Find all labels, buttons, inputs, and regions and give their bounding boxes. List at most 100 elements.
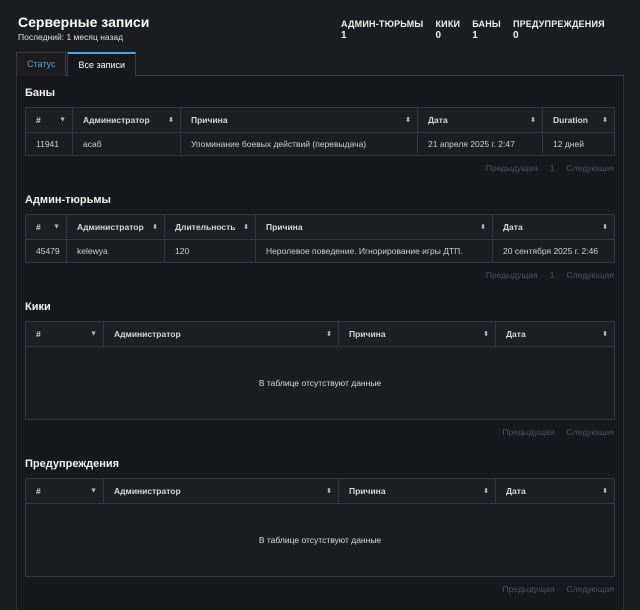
sort-icon: ⬍ bbox=[243, 224, 249, 231]
stat-value: 1 bbox=[472, 30, 478, 41]
page-number[interactable]: 1 bbox=[550, 270, 555, 280]
column-header-duration[interactable]: Duration ⬍ bbox=[542, 107, 615, 133]
column-header-date[interactable]: Дата ⬍ bbox=[417, 107, 543, 133]
stat-label: ПРЕДУПРЕЖДЕНИЯ bbox=[512, 19, 605, 29]
next-page-button[interactable]: Следующая bbox=[566, 427, 614, 437]
column-label: Причина bbox=[266, 222, 303, 232]
stat-label: АДМИН-ТЮРЬМЫ bbox=[341, 19, 424, 29]
column-header-id[interactable]: # ▼ bbox=[25, 214, 67, 240]
stat-label: КИКИ bbox=[435, 19, 461, 29]
stat-warnings: ПРЕДУПРЕЖДЕНИЯ 0 bbox=[513, 19, 605, 41]
cell-reason: Неролевое поведение. Игнорирование игры … bbox=[255, 239, 493, 263]
column-label: Администратор bbox=[114, 329, 181, 339]
table-row: В таблице отсутствуют данные bbox=[25, 346, 615, 420]
sort-icon: ⬍ bbox=[530, 117, 536, 124]
stat-kicks: КИКИ 0 bbox=[435, 19, 460, 41]
stat-value: 0 bbox=[435, 30, 442, 41]
prev-page-button[interactable]: Предыдущая bbox=[502, 584, 554, 594]
column-header-length[interactable]: Длительность ⬍ bbox=[164, 214, 256, 240]
column-label: # bbox=[36, 329, 41, 339]
column-header-admin[interactable]: Администратор ⬍ bbox=[72, 107, 181, 133]
page-number[interactable]: 1 bbox=[550, 163, 555, 173]
sort-icon: ⬍ bbox=[483, 331, 489, 338]
section-title: Предупреждения bbox=[25, 458, 120, 470]
pagination: Предыдущая 1 Следующая bbox=[25, 270, 614, 280]
column-header-reason[interactable]: Причина ⬍ bbox=[255, 214, 493, 240]
sort-icon: ⬍ bbox=[602, 117, 608, 124]
column-header-id[interactable]: # ▼ bbox=[25, 478, 104, 504]
column-label: Duration bbox=[553, 115, 588, 125]
pagination: Предыдущая 1 Следующая bbox=[25, 163, 614, 173]
column-header-date[interactable]: Дата ⬍ bbox=[492, 214, 615, 240]
cell-date: 21 апреля 2025 г. 2:47 bbox=[417, 132, 543, 156]
prev-page-button[interactable]: Предыдущая bbox=[486, 270, 538, 280]
stat-jails: АДМИН-ТЮРЬМЫ 1 bbox=[341, 19, 423, 41]
column-header-reason[interactable]: Причина ⬍ bbox=[338, 321, 496, 347]
column-label: Причина bbox=[349, 329, 386, 339]
bans-section: Баны # ▼ Администратор ⬍ Причина ⬍ Дата ⬍ Du… bbox=[25, 87, 615, 173]
empty-table-message: В таблице отсутствуют данные bbox=[25, 503, 615, 577]
sort-desc-icon: ▼ bbox=[53, 223, 60, 231]
sort-icon: ⬍ bbox=[168, 117, 174, 124]
column-header-date[interactable]: Дата ⬍ bbox=[495, 321, 615, 347]
page-title: Серверные записи bbox=[18, 14, 150, 30]
column-label: Дата bbox=[503, 222, 523, 232]
column-header-admin[interactable]: Администратор ⬍ bbox=[66, 214, 165, 240]
jails-section: Админ-тюрьмы # ▼ Администратор ⬍ Длительно… bbox=[25, 194, 615, 280]
prev-page-button[interactable]: Предыдущая bbox=[486, 163, 538, 173]
stat-label: БАНЫ bbox=[472, 19, 501, 29]
tab-all-records[interactable]: Все записи bbox=[67, 52, 137, 76]
section-title: Баны bbox=[25, 87, 56, 99]
cell-duration: 12 дней bbox=[542, 132, 615, 156]
pagination: Предыдущая Следующая bbox=[25, 427, 614, 437]
sort-icon: ⬍ bbox=[326, 488, 332, 495]
next-page-button[interactable]: Следующая bbox=[566, 270, 614, 280]
column-header-admin[interactable]: Администратор ⬍ bbox=[103, 478, 339, 504]
section-title: Админ-тюрьмы bbox=[25, 194, 111, 206]
tab-bar: Статус Все записи bbox=[16, 52, 137, 76]
cell-id: 11941 bbox=[25, 132, 73, 156]
stat-value: 0 bbox=[512, 30, 519, 41]
tab-status[interactable]: Статус bbox=[16, 52, 67, 76]
kicks-table: # ▼ Администратор ⬍ Причина ⬍ Дата ⬍ В табли… bbox=[25, 321, 615, 420]
column-label: # bbox=[36, 115, 41, 125]
sort-icon: ⬍ bbox=[152, 224, 158, 231]
empty-table-message: В таблице отсутствуют данные bbox=[25, 346, 615, 420]
column-header-admin[interactable]: Администратор ⬍ bbox=[103, 321, 339, 347]
sort-icon: ⬍ bbox=[483, 488, 489, 495]
cell-id: 45479 bbox=[25, 239, 67, 263]
column-label: Длительность bbox=[175, 222, 236, 232]
sort-icon: ⬍ bbox=[405, 117, 411, 124]
warnings-table: # ▼ Администратор ⬍ Причина ⬍ Дата ⬍ В табли… bbox=[25, 478, 615, 577]
sort-icon: ⬍ bbox=[326, 331, 332, 338]
column-label: Причина bbox=[349, 486, 386, 496]
column-header-id[interactable]: # ▼ bbox=[25, 321, 104, 347]
page-header: Серверные записи Последний: 1 месяц наза… bbox=[18, 14, 149, 42]
table-row: 45479 kelewya 120 Неролевое поведение. И… bbox=[25, 239, 615, 263]
column-label: Администратор bbox=[77, 222, 144, 232]
column-header-date[interactable]: Дата ⬍ bbox=[495, 478, 615, 504]
column-label: Дата bbox=[506, 486, 526, 496]
column-header-id[interactable]: # ▼ bbox=[25, 107, 73, 133]
column-header-reason[interactable]: Причина ⬍ bbox=[180, 107, 418, 133]
stat-value: 1 bbox=[341, 30, 347, 41]
jails-table: # ▼ Администратор ⬍ Длительность ⬍ Причина ⬍… bbox=[25, 214, 615, 263]
next-page-button[interactable]: Следующая bbox=[566, 584, 614, 594]
sort-desc-icon: ▼ bbox=[90, 330, 97, 338]
last-update-text: Последний: 1 месяц назад bbox=[18, 32, 124, 42]
column-header-reason[interactable]: Причина ⬍ bbox=[338, 478, 496, 504]
warnings-section: Предупреждения # ▼ Администратор ⬍ Причина… bbox=[25, 458, 615, 594]
column-label: Дата bbox=[506, 329, 526, 339]
stat-bans: БАНЫ 1 bbox=[472, 19, 501, 41]
column-label: # bbox=[36, 222, 41, 232]
bans-table: # ▼ Администратор ⬍ Причина ⬍ Дата ⬍ Duratio… bbox=[25, 107, 615, 156]
cell-date: 20 сентября 2025 г. 2:46 bbox=[492, 239, 615, 263]
column-label: Причина bbox=[191, 115, 228, 125]
column-label: Дата bbox=[428, 115, 448, 125]
next-page-button[interactable]: Следующая bbox=[566, 163, 614, 173]
kicks-section: Кики # ▼ Администратор ⬍ Причина ⬍ Дата ⬍ В … bbox=[25, 301, 615, 437]
sort-icon: ⬍ bbox=[602, 488, 608, 495]
cell-admin: kelewya bbox=[66, 239, 165, 263]
column-label: Администратор bbox=[114, 486, 181, 496]
prev-page-button[interactable]: Предыдущая bbox=[502, 427, 554, 437]
